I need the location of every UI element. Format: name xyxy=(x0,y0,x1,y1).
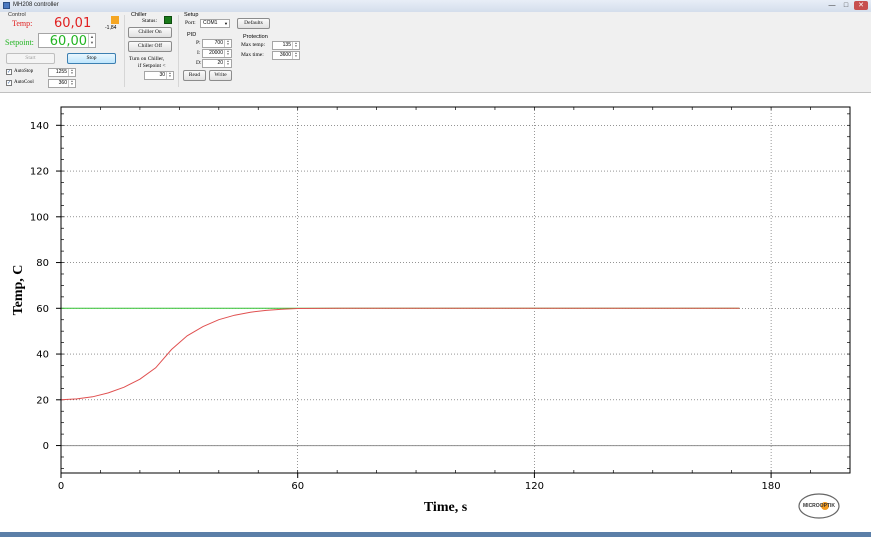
taskbar xyxy=(0,532,871,537)
autostop-spinner-icon[interactable]: ▲ ▼ xyxy=(68,69,75,76)
i-value: 20000 xyxy=(209,50,223,56)
y-tick-label: 120 xyxy=(30,167,49,178)
setup-group-label: Setup xyxy=(184,12,199,18)
p-label: P: xyxy=(196,40,201,46)
i-label: I: xyxy=(197,50,201,56)
pid-label: PID xyxy=(187,32,197,38)
write-button[interactable]: Write xyxy=(209,70,232,81)
autostop-checkbox[interactable]: ✓ xyxy=(6,69,12,75)
x-tick-label: 60 xyxy=(291,481,304,492)
chiller-status-indicator xyxy=(164,16,172,24)
chevron-down-icon: ▼ xyxy=(224,21,228,26)
temp-delta: -1,84 xyxy=(105,25,117,31)
defaults-button[interactable]: Defaults xyxy=(237,18,270,29)
max-temp-input[interactable]: 135 ▲ ▼ xyxy=(272,41,300,50)
chart-grid xyxy=(61,107,850,473)
y-tick-label: 60 xyxy=(36,304,49,315)
start-button[interactable]: Start xyxy=(6,53,55,64)
if-setpoint-label: if Setpoint < xyxy=(138,63,166,69)
logo-text: MICROOPTIK xyxy=(803,503,835,509)
microoptik-logo: MICROOPTIK xyxy=(796,491,842,521)
d-input[interactable]: 20 ▲ ▼ xyxy=(202,59,232,68)
control-panel: Control Temp: 60,01 -1,84 Setpoint: 60,0… xyxy=(0,12,871,92)
x-tick-label: 0 xyxy=(58,481,64,492)
app-icon xyxy=(3,2,10,9)
p-value: 700 xyxy=(214,40,223,46)
d-value: 20 xyxy=(217,60,223,66)
y-tick-label: 80 xyxy=(36,258,49,269)
stop-button[interactable]: Stop xyxy=(67,53,116,64)
group-divider xyxy=(178,15,179,87)
maximize-button[interactable]: □ xyxy=(840,1,852,10)
temp-value: 60,01 xyxy=(54,16,92,31)
d-label: D: xyxy=(196,60,202,66)
heater-indicator xyxy=(111,16,119,24)
p-input[interactable]: 700 ▲ ▼ xyxy=(202,39,232,48)
autostop-input[interactable]: 1255 ▲ ▼ xyxy=(48,68,76,77)
turn-on-chiller-label: Turn on Chiller, xyxy=(129,56,165,62)
temp-label: Temp: xyxy=(12,19,33,28)
plot-border xyxy=(60,106,851,474)
y-tick-label: 0 xyxy=(43,441,49,452)
max-temp-value: 135 xyxy=(282,42,291,48)
close-button[interactable]: ✕ xyxy=(854,1,868,10)
p-spinner-icon[interactable]: ▲ ▼ xyxy=(224,40,231,47)
max-time-input[interactable]: 3600 ▲ ▼ xyxy=(272,51,300,60)
y-axis-label: Temp, C xyxy=(11,265,26,316)
plot-area: 0 60 120 180 0 20 40 60 80 100 120 140 Time, s Temp… xyxy=(0,92,871,533)
setpoint-input[interactable]: 60,00 ▲ ▼ xyxy=(38,33,96,49)
temperature-chart: 0 60 120 180 0 20 40 60 80 100 120 140 Time, s Temp… xyxy=(11,106,851,515)
max-time-spinner-icon[interactable]: ▲ ▼ xyxy=(292,52,299,59)
protection-label: Protection xyxy=(243,34,268,40)
chiller-threshold-input[interactable]: 30 ▲ ▼ xyxy=(144,71,174,80)
group-divider xyxy=(124,15,125,87)
read-button[interactable]: Read xyxy=(183,70,206,81)
autostop-label: AutoStop xyxy=(14,69,34,74)
autocool-input[interactable]: 360 ▲ ▼ xyxy=(48,79,76,88)
chart-series xyxy=(60,307,850,447)
control-group-label: Control xyxy=(8,12,26,18)
i-input[interactable]: 20000 ▲ ▼ xyxy=(202,49,232,58)
chiller-off-button[interactable]: Chiller Off xyxy=(128,41,172,52)
autocool-checkbox[interactable]: ✓ xyxy=(6,80,12,86)
y-tick-label: 20 xyxy=(36,395,49,406)
chiller-threshold-value: 30 xyxy=(159,72,165,78)
d-spinner-icon[interactable]: ▲ ▼ xyxy=(224,60,231,67)
port-value: COM1 xyxy=(203,20,218,26)
minimize-button[interactable]: — xyxy=(826,1,838,10)
autocool-value: 360 xyxy=(58,80,67,86)
window-title: MH208 controller xyxy=(13,2,59,8)
setpoint-spinner-icon[interactable]: ▲ ▼ xyxy=(88,34,95,47)
autocool-label: AutoCool xyxy=(14,80,34,85)
x-tick-label: 120 xyxy=(525,481,544,492)
setpoint-label: Setpoint: xyxy=(5,38,34,47)
chart-ticks: 0 60 120 180 0 20 40 60 80 100 120 140 xyxy=(30,107,851,492)
port-select[interactable]: COM1 ▼ xyxy=(200,19,230,28)
autocool-spinner-icon[interactable]: ▲ ▼ xyxy=(68,80,75,87)
max-time-value: 3600 xyxy=(279,52,291,58)
x-axis-label: Time, s xyxy=(424,500,468,515)
y-tick-label: 100 xyxy=(30,212,49,223)
x-tick-label: 180 xyxy=(762,481,781,492)
y-tick-label: 40 xyxy=(36,350,49,361)
autostop-value: 1255 xyxy=(55,69,67,75)
max-temp-spinner-icon[interactable]: ▲ ▼ xyxy=(292,42,299,49)
chiller-threshold-spinner-icon[interactable]: ▲ ▼ xyxy=(166,72,173,79)
y-tick-label: 140 xyxy=(30,121,49,132)
max-temp-label: Max temp: xyxy=(241,42,265,48)
setpoint-value: 60,00 xyxy=(49,34,87,49)
port-label: Port: xyxy=(185,20,196,26)
chiller-status-label: Status: xyxy=(142,18,157,24)
max-time-label: Max time: xyxy=(241,52,264,58)
i-spinner-icon[interactable]: ▲ ▼ xyxy=(224,50,231,57)
chiller-on-button[interactable]: Chiller On xyxy=(128,27,172,38)
